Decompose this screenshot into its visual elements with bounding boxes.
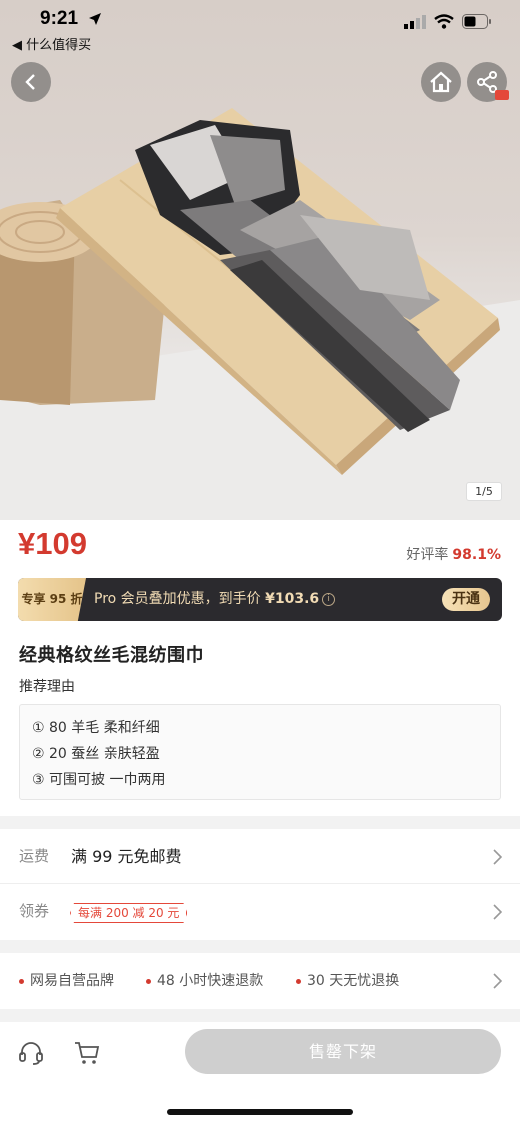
- reason-list: ① 80 羊毛 柔和纤细 ② 20 蚕丝 亲肤轻盈 ③ 可围可披 一巾两用: [19, 704, 501, 800]
- wifi-icon: [434, 14, 454, 29]
- open-pro-button[interactable]: 开通: [442, 588, 490, 611]
- cart-icon[interactable]: [74, 1040, 100, 1066]
- chevron-right-icon: [493, 973, 502, 989]
- reason-item: ② 20 蚕丝 亲肤轻盈: [32, 746, 160, 762]
- bullet-dot: [146, 978, 151, 984]
- pro-price: ¥103.6: [265, 591, 320, 607]
- back-arrow-icon: [25, 74, 35, 90]
- coupon-label: 领券: [19, 902, 50, 920]
- signal-icon: [404, 14, 426, 29]
- bullet-dot: [296, 978, 301, 984]
- bottom-action-bar: 售罄下架: [0, 1022, 520, 1125]
- reason-item: ③ 可围可披 一巾两用: [32, 772, 166, 788]
- home-button[interactable]: [421, 62, 461, 102]
- reason-item: ① 80 羊毛 柔和纤细: [32, 720, 160, 736]
- reason-heading: 推荐理由: [19, 679, 75, 695]
- location-arrow-icon: [89, 13, 101, 25]
- pro-member-banner[interactable]: 专享 95 折 Pro 会员叠加优惠，到手价 ¥103.6 i 开通: [18, 578, 502, 621]
- chevron-right-icon: [493, 904, 502, 920]
- chevron-right-icon: [493, 849, 502, 865]
- status-bar: 9:21 ◀ 什么值得买: [0, 0, 520, 58]
- promise-item: 30 天无忧退换: [296, 953, 399, 1009]
- coupon-tag[interactable]: 每满 200 减 20 元: [70, 903, 187, 923]
- service-promises-row[interactable]: 网易自营品牌 48 小时快速退款 30 天无忧退换: [0, 953, 520, 1009]
- sold-out-button[interactable]: 售罄下架: [185, 1029, 501, 1074]
- shipping-value: 满 99 元免邮费: [71, 847, 182, 866]
- back-button[interactable]: [11, 62, 51, 102]
- info-icon[interactable]: i: [322, 592, 336, 606]
- product-price: ¥109: [18, 526, 87, 561]
- status-time: 9:21: [40, 8, 79, 29]
- bullet-dot: [19, 978, 24, 984]
- headset-icon[interactable]: [18, 1040, 44, 1066]
- shipping-row[interactable]: 运费 满 99 元免邮费: [0, 829, 520, 884]
- pro-offer-text: Pro 会员叠加优惠，到手价 ¥103.6 i: [94, 578, 336, 621]
- product-image-gallery[interactable]: 9:21 ◀ 什么值得买 1/5: [0, 0, 520, 520]
- home-indicator: [167, 1109, 353, 1115]
- pro-offer-label: Pro 会员叠加优惠，到手价: [94, 591, 261, 607]
- share-button[interactable]: [467, 62, 509, 102]
- promise-text: 网易自营品牌: [30, 973, 114, 989]
- battery-icon: [462, 14, 491, 29]
- gallery-page-indicator: 1/5: [466, 482, 502, 501]
- rating-value: 98.1%: [452, 547, 501, 563]
- coupon-row[interactable]: 领券 每满 200 减 20 元: [0, 884, 520, 940]
- rating-label: 好评率: [406, 547, 449, 563]
- pro-discount-tag: 专享 95 折: [18, 578, 86, 621]
- product-title: 经典格纹丝毛混纺围巾: [19, 645, 204, 666]
- shipping-label: 运费: [19, 847, 50, 865]
- service-rows: 运费 满 99 元免邮费 领券 每满 200 减 20 元: [0, 829, 520, 940]
- product-info-card: ¥109 好评率 98.1% 专享 95 折 Pro 会员叠加优惠，到手价 ¥10…: [0, 520, 520, 816]
- home-icon: [430, 71, 452, 93]
- rating: 好评率 98.1%: [406, 544, 501, 564]
- promise-text: 48 小时快速退款: [157, 973, 264, 989]
- share-redpacket-badge: [495, 90, 509, 100]
- promise-text: 30 天无忧退换: [307, 973, 400, 989]
- promise-item: 网易自营品牌: [19, 953, 114, 1009]
- back-to-app-link[interactable]: ◀ 什么值得买: [12, 34, 91, 53]
- promise-item: 48 小时快速退款: [146, 953, 263, 1009]
